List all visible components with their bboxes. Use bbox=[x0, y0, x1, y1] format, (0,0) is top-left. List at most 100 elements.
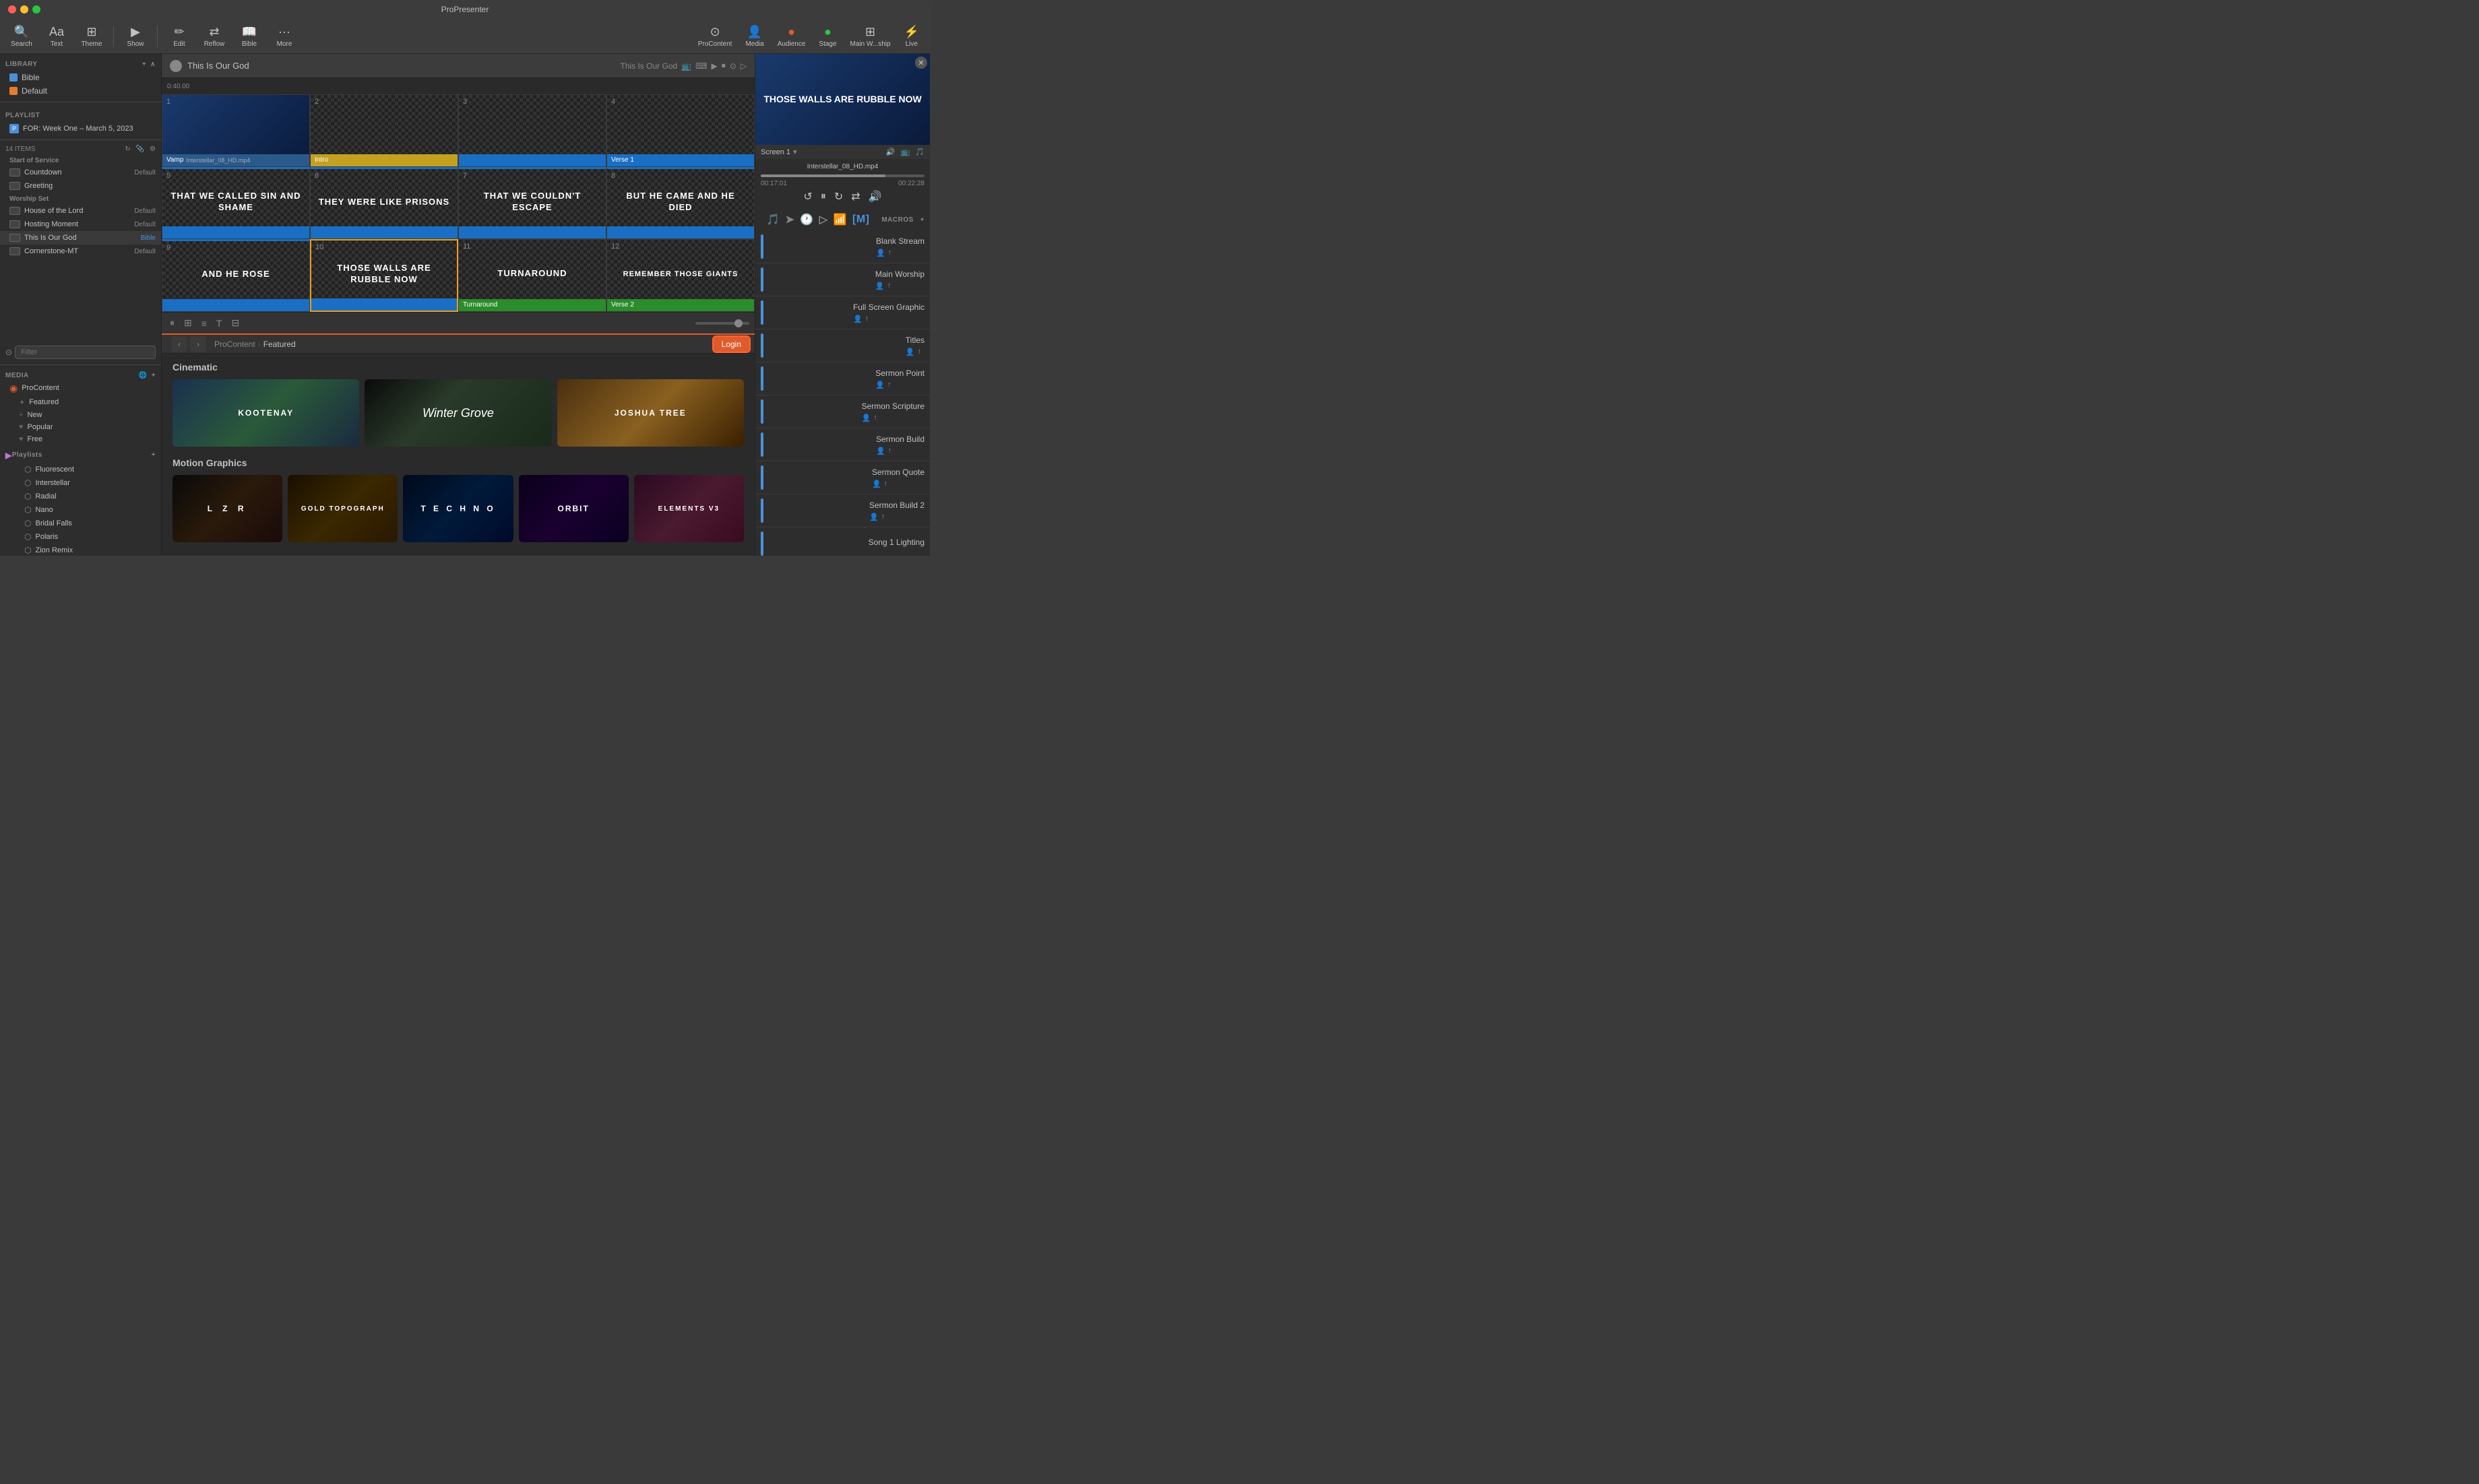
thumb-elements[interactable]: ELEMENTS V3 bbox=[634, 475, 744, 542]
thumb-kootenay[interactable]: KOOTENAY bbox=[172, 379, 359, 447]
toolbar-procontent[interactable]: ⊙ ProContent bbox=[693, 22, 738, 51]
forward-button[interactable]: ↻ bbox=[834, 190, 843, 203]
preview-close-button[interactable]: ✕ bbox=[915, 57, 927, 69]
nav-forward[interactable]: › bbox=[190, 336, 206, 352]
thumb-orbit[interactable]: ORBIT bbox=[519, 475, 629, 542]
loop-button[interactable]: ⇄ bbox=[851, 190, 860, 203]
macro-tab-arrow[interactable]: ▷ bbox=[819, 213, 828, 226]
thumb-lzr[interactable]: L Z R bbox=[172, 475, 282, 542]
filter-input[interactable] bbox=[15, 346, 156, 359]
library-collapse-icon[interactable]: ∧ bbox=[150, 61, 156, 68]
thumb-wintergrove[interactable]: Winter Grove bbox=[365, 379, 551, 447]
thumb-joshuatree[interactable]: JOSHUA TREE bbox=[557, 379, 744, 447]
close-button[interactable] bbox=[8, 5, 16, 13]
grid-view-btn[interactable]: ⊞ bbox=[181, 316, 195, 330]
slide-3[interactable]: 3 bbox=[458, 94, 606, 167]
toolbar-audience[interactable]: ● Audience bbox=[772, 22, 811, 51]
slide-10[interactable]: THOSE WALLS ARE RUBBLE NOW 10 bbox=[310, 239, 458, 312]
toolbar-show[interactable]: ▶ Show bbox=[119, 22, 152, 51]
slide-6[interactable]: THEY WERE LIKE PRISONS 6 bbox=[310, 167, 458, 240]
toolbar-edit[interactable]: ✏ Edit bbox=[163, 22, 195, 51]
breadcrumb-featured[interactable]: Featured bbox=[263, 340, 296, 349]
service-item-greeting[interactable]: Greeting bbox=[0, 179, 161, 193]
slide-5[interactable]: THAT WE CALLED SIN AND SHAME 5 bbox=[162, 167, 310, 240]
slide-7[interactable]: THAT WE COULDN'T ESCAPE 7 bbox=[458, 167, 606, 240]
media-add-icon[interactable]: + bbox=[152, 372, 156, 379]
play-btn[interactable]: ⏸ bbox=[167, 316, 177, 330]
media-popular[interactable]: ♥ Popular bbox=[0, 421, 161, 433]
arrange-btn[interactable]: ⊟ bbox=[228, 316, 242, 330]
toolbar-bible[interactable]: 📖 Bible bbox=[233, 22, 265, 51]
refresh-icon[interactable]: ↻ bbox=[125, 146, 130, 153]
toolbar-media[interactable]: 👤 Media bbox=[740, 22, 769, 51]
playlist-interstellar[interactable]: ⬡ Interstellar bbox=[5, 476, 156, 490]
macro-tab-send[interactable]: ➤ bbox=[785, 213, 794, 226]
library-item-default[interactable]: Default bbox=[5, 84, 156, 98]
progress-bar[interactable] bbox=[761, 174, 924, 177]
service-item-countdown[interactable]: Countdown Default bbox=[0, 166, 161, 179]
toolbar-stage[interactable]: ● Stage bbox=[813, 22, 842, 51]
slide-1[interactable]: 1 Vamp Interstellar_08_HD.mp4 bbox=[162, 94, 310, 167]
slide-2[interactable]: 2 Intro bbox=[310, 94, 458, 167]
volume-button[interactable]: 🔊 bbox=[869, 190, 882, 203]
minimize-button[interactable] bbox=[20, 5, 28, 13]
login-button[interactable]: Login bbox=[714, 337, 749, 352]
toolbar-live[interactable]: ⚡ Live bbox=[899, 22, 924, 51]
macro-sermon-quote[interactable]: Sermon Quote 👤 ↑ bbox=[755, 461, 930, 494]
macro-sermon-build-2[interactable]: Sermon Build 2 👤 ↑ bbox=[755, 494, 930, 527]
macro-tab-m[interactable]: [M] bbox=[852, 214, 869, 226]
playlists-add-icon[interactable]: + bbox=[152, 451, 156, 459]
clip-icon[interactable]: 📎 bbox=[136, 146, 144, 153]
thumb-techno[interactable]: T E C H N O bbox=[403, 475, 513, 542]
library-item-bible[interactable]: Bible bbox=[5, 71, 156, 84]
media-procontent[interactable]: ◉ ProContent bbox=[0, 381, 161, 396]
media-free[interactable]: ♥ Free bbox=[0, 433, 161, 445]
thumb-goldtopo[interactable]: GOLD TOPOGRAPH bbox=[288, 475, 398, 542]
service-item-this-is-our-god[interactable]: This Is Our God Bible bbox=[0, 231, 161, 245]
screen-ctrl-2[interactable]: 📺 bbox=[901, 148, 910, 156]
toolbar-reflow[interactable]: ⇄ Reflow bbox=[198, 22, 230, 51]
zoom-slider[interactable] bbox=[695, 322, 749, 325]
outline-btn[interactable]: T bbox=[214, 317, 225, 330]
library-add-icon[interactable]: + bbox=[142, 61, 146, 68]
macro-tab-clock[interactable]: 🕐 bbox=[800, 213, 813, 226]
list-view-btn[interactable]: ≡ bbox=[199, 317, 210, 330]
playlist-fluorescent[interactable]: ⬡ Fluorescent bbox=[5, 463, 156, 476]
slide-4[interactable]: 4 Verse 1 bbox=[606, 94, 755, 167]
breadcrumb-procontent[interactable]: ProContent bbox=[214, 340, 255, 349]
rewind-button[interactable]: ↺ bbox=[803, 190, 812, 203]
playlist-bridal-falls[interactable]: ⬡ Bridal Falls bbox=[5, 517, 156, 530]
pause-button[interactable]: ⏸ bbox=[821, 191, 826, 203]
globe-icon[interactable]: 🌐 bbox=[139, 372, 148, 379]
media-new[interactable]: + New bbox=[0, 409, 161, 421]
nav-back[interactable]: ‹ bbox=[171, 336, 187, 352]
playlist-zion-remix[interactable]: ⬡ Zion Remix bbox=[5, 544, 156, 556]
slide-11[interactable]: Turnaround 11 Turnaround bbox=[458, 239, 606, 312]
macro-full-screen[interactable]: Full Screen Graphic 👤 ↑ bbox=[755, 296, 930, 329]
toolbar-main-worship[interactable]: ⊞ Main W...ship bbox=[845, 22, 896, 51]
slide-9[interactable]: AND HE ROSE 9 bbox=[162, 239, 310, 312]
playlist-item-0[interactable]: P FOR: Week One – March 5, 2023 bbox=[5, 122, 156, 135]
macro-sermon-scripture[interactable]: Sermon Scripture 👤 ↑ bbox=[755, 395, 930, 428]
toolbar-search[interactable]: 🔍 Search bbox=[5, 22, 38, 51]
slide-8[interactable]: BUT HE CAME AND HE DIED 8 bbox=[606, 167, 755, 240]
macro-main-worship[interactable]: Main Worship 👤 ↑ bbox=[755, 263, 930, 296]
playlist-nano[interactable]: ⬡ Nano bbox=[5, 503, 156, 517]
service-item-house[interactable]: House of the Lord Default bbox=[0, 204, 161, 218]
maximize-button[interactable] bbox=[32, 5, 40, 13]
service-item-hosting[interactable]: Hosting Moment Default bbox=[0, 218, 161, 231]
toolbar-text[interactable]: Aa Text bbox=[40, 22, 73, 51]
playlist-radial[interactable]: ⬡ Radial bbox=[5, 490, 156, 503]
toolbar-more[interactable]: ··· More bbox=[268, 22, 301, 51]
macro-sermon-build[interactable]: Sermon Build 👤 ↑ bbox=[755, 428, 930, 461]
macro-tab-music[interactable]: 🎵 bbox=[766, 213, 780, 226]
macro-titles[interactable]: Titles 👤 ↑ bbox=[755, 329, 930, 362]
screen-dropdown-icon[interactable]: ▾ bbox=[793, 148, 797, 156]
service-item-cornerstone[interactable]: Cornerstone-MT Default bbox=[0, 245, 161, 258]
macro-sermon-point[interactable]: Sermon Point 👤 ↑ bbox=[755, 362, 930, 395]
macro-song-lighting[interactable]: Song 1 Lighting bbox=[755, 527, 930, 556]
settings-icon[interactable]: ⚙ bbox=[150, 146, 156, 153]
screen-ctrl-3[interactable]: 🎵 bbox=[915, 148, 924, 156]
macro-blank-stream[interactable]: Blank Stream 👤 ↑ bbox=[755, 230, 930, 263]
macro-tab-wifi[interactable]: 📶 bbox=[834, 213, 847, 226]
